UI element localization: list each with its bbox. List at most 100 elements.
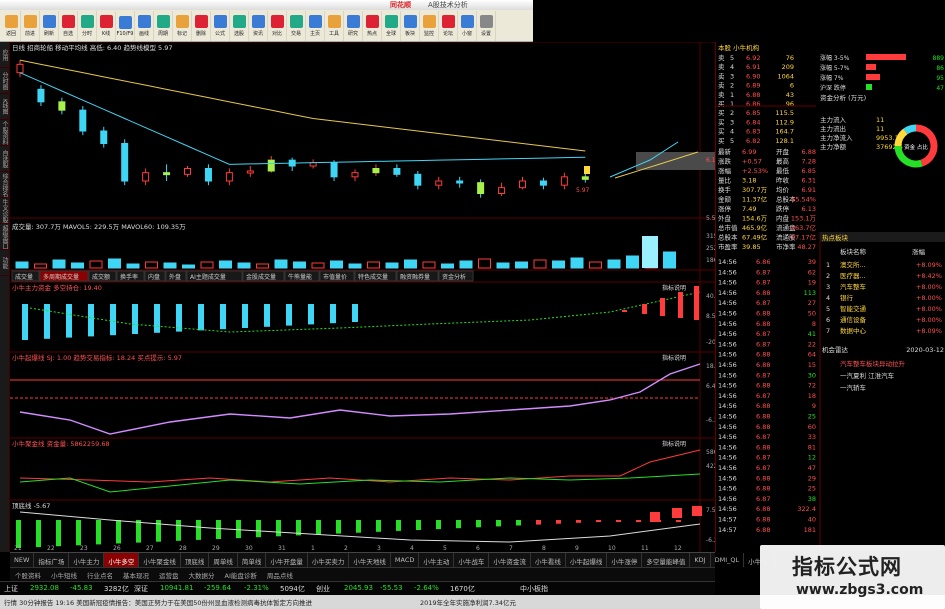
- rail-item-6[interactable]: 牛叉诊股: [0, 198, 9, 224]
- toolbar-button-25[interactable]: 设置: [477, 11, 496, 41]
- rail-item-1[interactable]: 分时图: [0, 68, 9, 94]
- indicator-tab-0[interactable]: NEW: [10, 553, 35, 567]
- hot-sector-change: +8.00%: [916, 283, 942, 291]
- toolbar-button-icon: [42, 15, 56, 28]
- limit-bar: [866, 84, 872, 90]
- sub-tab-3[interactable]: 基本现况: [118, 568, 154, 581]
- indicator-tab-10[interactable]: 小牛天地线: [349, 553, 391, 567]
- indicator-tab-17[interactable]: 小牛涨停: [607, 553, 643, 567]
- indicator-tab-16[interactable]: 小牛起爆线: [566, 553, 608, 567]
- trade-time: 14:56: [718, 454, 737, 462]
- trade-time: 14:56: [718, 443, 737, 451]
- hot-rank: 7: [826, 327, 830, 335]
- indicator4-bar: [416, 520, 421, 530]
- indicator-tab-2[interactable]: 小牛主力: [69, 553, 105, 567]
- toolbar-button-icon: [99, 15, 113, 28]
- toolbar-button-4[interactable]: 分时: [78, 11, 97, 41]
- toolbar-button-14[interactable]: 对比: [268, 11, 287, 41]
- toolbar-button-19[interactable]: 热点: [363, 11, 382, 41]
- candle: [456, 180, 464, 184]
- toolbar-button-13[interactable]: 资讯: [249, 11, 268, 41]
- indicator4-bar: [476, 520, 481, 528]
- rail-item-7[interactable]: 超级盘口: [0, 224, 9, 250]
- indicator-tab-14[interactable]: 小牛资金流: [489, 553, 531, 567]
- indicator4-bar: [356, 520, 361, 533]
- volume-bar: [663, 251, 676, 269]
- indicator-tab-15[interactable]: 小牛看线: [531, 553, 566, 567]
- toolbar-button-16[interactable]: 主页: [306, 11, 325, 41]
- orderbook-price: 6.91: [746, 63, 760, 71]
- rail-item-8[interactable]: 功能: [0, 250, 9, 276]
- toolbar-button-17[interactable]: 工具: [325, 11, 344, 41]
- chart-area[interactable]: 日线 招商轮船 移动平均线 高低: 6.40 趋势线模型 5.97 成交量: 30…: [10, 41, 733, 552]
- indicator1-help: 指标说明: [662, 284, 686, 292]
- toolbar-button-2[interactable]: 刷新: [40, 11, 59, 41]
- indicator-tab-7[interactable]: 简单线: [238, 553, 267, 567]
- toolbar-button-1[interactable]: 前进: [21, 11, 40, 41]
- date-axis-label: 3: [377, 545, 381, 552]
- trade-time: 14:56: [718, 268, 737, 276]
- toolbar-button-7[interactable]: 画线: [135, 11, 154, 41]
- rail-item-2[interactable]: K线图: [0, 94, 9, 120]
- indicator-tab-20[interactable]: DMI_QL: [711, 553, 745, 567]
- toolbar-button-20[interactable]: 全球: [382, 11, 401, 41]
- sub-tab-5[interactable]: 大数据分: [184, 568, 220, 581]
- toolbar-button-8[interactable]: 周期: [154, 11, 173, 41]
- toolbar-button-24[interactable]: 小窗: [458, 11, 477, 41]
- toolbar-button-18[interactable]: 研究: [344, 11, 363, 41]
- indicator-tab-8[interactable]: 小牛开盘量: [266, 553, 308, 567]
- stat-key-2: 跌停: [776, 204, 790, 213]
- hot-sector-name: 通信设备: [840, 315, 867, 324]
- indicator-tab-4[interactable]: 小牛聚金线: [139, 553, 181, 567]
- indicator4-bar: [556, 520, 561, 524]
- hot-sector-change: +8.00%: [916, 316, 942, 324]
- orderbook-side: 买: [718, 128, 725, 136]
- sub-tab-7[interactable]: 周品点线: [262, 568, 298, 581]
- sub-tab-0[interactable]: 个股资料: [10, 568, 46, 581]
- trade-price: 6.88: [756, 361, 770, 369]
- news-ticker[interactable]: 行情 30分钟报告 19:16 美国新冠疫情报告：美国正努力于在美国50份州显血…: [4, 597, 312, 607]
- toolbar-button-21[interactable]: 板块: [401, 11, 420, 41]
- sub-tab-2[interactable]: 行业点名: [82, 568, 118, 581]
- trade-price: 6.88: [756, 310, 770, 318]
- indicator-tab-9[interactable]: 小牛买卖力: [308, 553, 350, 567]
- toolbar-button-9[interactable]: 标记: [173, 11, 192, 41]
- rail-item-5[interactable]: 综合排名: [0, 172, 9, 198]
- toolbar-button-15[interactable]: 交易: [287, 11, 306, 41]
- stat-value: 7.49: [742, 205, 756, 213]
- indicator-tab-11[interactable]: MACD: [391, 553, 420, 567]
- toolbar-button-6[interactable]: F10/F9: [116, 11, 135, 41]
- sub-tab-6[interactable]: AI能盘诊断: [220, 568, 262, 581]
- toolbar-button-11[interactable]: 公式: [211, 11, 230, 41]
- indicator-tab-12[interactable]: 小牛主动: [419, 553, 455, 567]
- candle: [163, 172, 171, 176]
- toolbar-button-5[interactable]: K线: [97, 11, 116, 41]
- rail-item-4[interactable]: 自选股: [0, 146, 9, 172]
- toolbar-button-23[interactable]: 论坛: [439, 11, 458, 41]
- indicator-tab-3[interactable]: 小牛多空: [104, 553, 140, 567]
- sub-tab-4[interactable]: 运营盘: [154, 568, 184, 581]
- toolbar-button-10[interactable]: 删除: [192, 11, 211, 41]
- stat-key: 市盈率: [718, 242, 738, 251]
- volume-bar-peak: [642, 236, 658, 268]
- sub-tab-1[interactable]: 小牛短线: [46, 568, 82, 581]
- trade-time: 14:56: [718, 413, 737, 421]
- toolbar-button-label: 监控: [423, 31, 434, 37]
- indicator-tab-18[interactable]: 多空量能峰值: [642, 553, 691, 567]
- toolbar-button-3[interactable]: 自选: [59, 11, 78, 41]
- rail-item-0[interactable]: 应用: [0, 42, 9, 68]
- indicator-tab-13[interactable]: 小牛战车: [454, 553, 490, 567]
- toolbar-button-0[interactable]: 返回: [2, 11, 21, 41]
- chart-svg[interactable]: 日线 招商轮船 移动平均线 高低: 6.40 趋势线模型 5.97 成交量: 30…: [10, 41, 733, 552]
- indicator-tab-19[interactable]: KDJ: [690, 553, 711, 567]
- news-ticker-2[interactable]: 2019年全年实施净利润7.34亿元: [420, 597, 516, 607]
- trade-volume: 25: [808, 485, 816, 493]
- indicator1-bar: [198, 304, 204, 331]
- trade-volume: 81: [808, 443, 816, 451]
- indicator-tab-5[interactable]: 顶底线: [181, 553, 210, 567]
- indicator-tab-1[interactable]: 指标广场: [34, 553, 70, 567]
- indicator-tab-6[interactable]: 周单线: [209, 553, 238, 567]
- rail-item-3[interactable]: 个股资料: [0, 120, 9, 146]
- toolbar-button-22[interactable]: 监控: [420, 11, 439, 41]
- toolbar-button-12[interactable]: 选股: [230, 11, 249, 41]
